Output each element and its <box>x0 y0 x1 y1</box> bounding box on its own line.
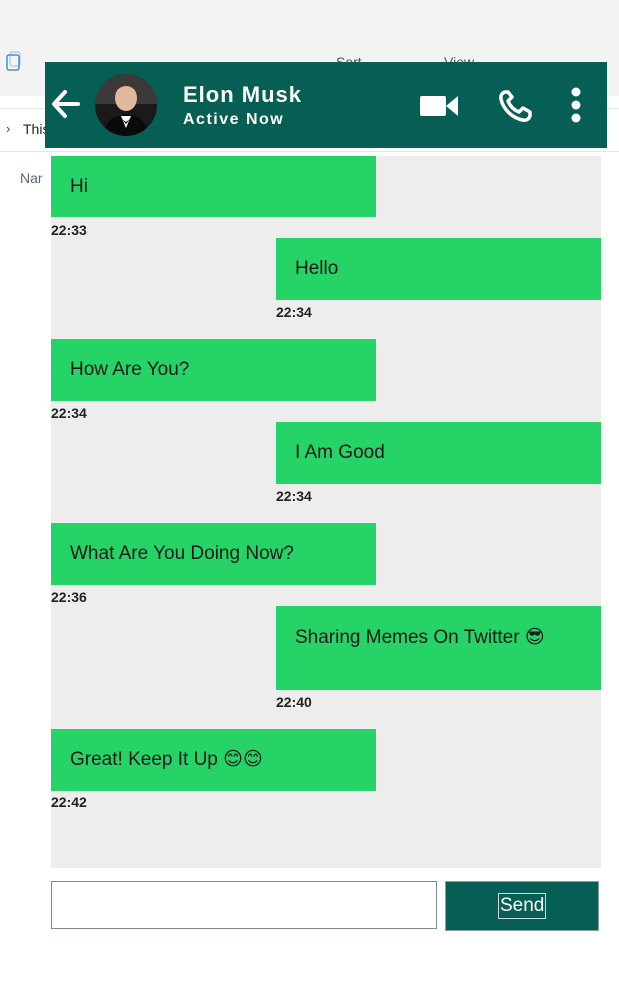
avatar[interactable] <box>95 74 157 136</box>
message-time: 22:36 <box>51 589 87 605</box>
message-time: 22:34 <box>51 405 87 421</box>
message-bubble: Hello <box>276 238 601 300</box>
column-header-name[interactable]: Nar <box>20 170 43 186</box>
message-text: Sharing Memes On Twitter 😎 <box>295 627 545 648</box>
message-bubble: Sharing Memes On Twitter 😎 <box>276 606 601 690</box>
message-time: 22:40 <box>276 694 312 710</box>
message-text: What Are You Doing Now? <box>70 543 294 564</box>
send-label: Send <box>498 893 547 919</box>
back-arrow-icon[interactable] <box>51 87 81 121</box>
message-time: 22:33 <box>51 222 87 238</box>
chat-area[interactable]: Hi 22:33 Hello 22:34 How Are You? 22:34 … <box>51 156 601 868</box>
message-text: I Am Good <box>295 442 385 463</box>
copy-icon <box>4 50 22 74</box>
contact-name: Elon Musk <box>183 82 303 107</box>
message-time: 22:34 <box>276 488 312 504</box>
message-time: 22:34 <box>276 304 312 320</box>
message-bubble: What Are You Doing Now? <box>51 523 376 585</box>
chat-header: Elon Musk Active Now <box>45 62 607 148</box>
message-text: Hello <box>295 258 339 279</box>
chevron-right-icon: › <box>6 121 11 136</box>
message-text: Hi <box>70 175 88 197</box>
phone-call-icon[interactable] <box>498 89 534 123</box>
message-bubble: How Are You? <box>51 339 376 401</box>
message-input[interactable] <box>51 881 437 929</box>
message-text: Great! Keep It Up 😊😊 <box>70 749 263 770</box>
message-bubble: Great! Keep It Up 😊😊 <box>51 729 376 791</box>
contact-status: Active Now <box>183 111 285 128</box>
more-vertical-icon[interactable] <box>568 86 584 124</box>
message-text: How Are You? <box>70 359 190 380</box>
send-button[interactable]: Send <box>445 881 599 931</box>
message-bubble: I Am Good <box>276 422 601 484</box>
video-call-icon[interactable] <box>419 92 459 120</box>
message-bubble: Hi <box>51 156 376 217</box>
message-time: 22:42 <box>51 794 87 810</box>
